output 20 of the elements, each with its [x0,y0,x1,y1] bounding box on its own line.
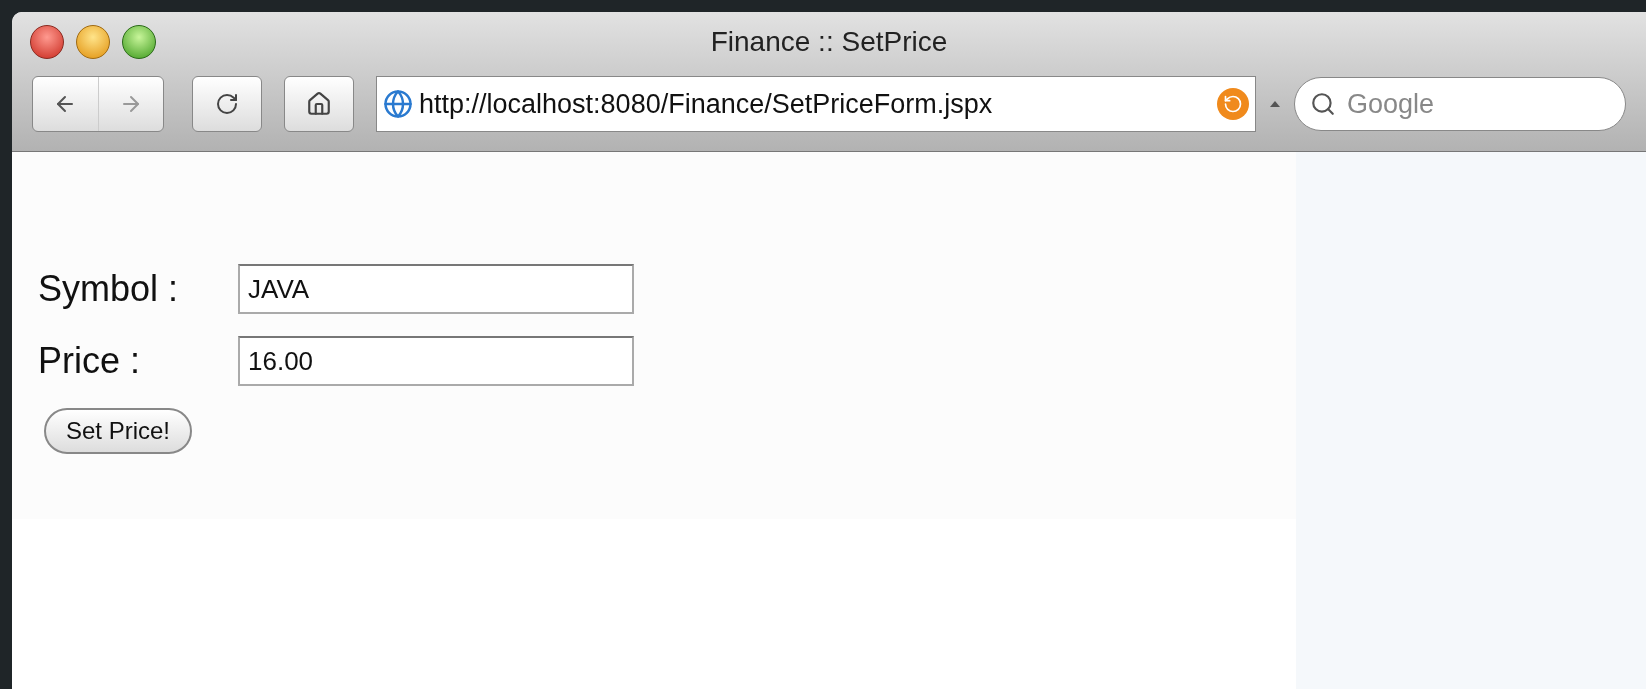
home-button[interactable] [284,76,354,132]
snapback-icon[interactable] [1217,88,1249,120]
address-field[interactable]: http://localhost:8080/Finance/SetPriceForm.jspx [376,76,1256,132]
globe-icon [383,89,413,119]
field-label: Symbol : [38,267,180,311]
home-icon [306,91,332,117]
field-label: Price : [38,339,142,383]
search-field[interactable]: Google [1294,77,1626,131]
submit-button[interactable]: Set Price! [44,408,193,454]
input-field[interactable]: JAVA [238,264,634,314]
zoom-icon[interactable] [122,25,156,59]
reload-icon [215,92,239,116]
search-icon [1310,91,1336,117]
minimize-icon[interactable] [76,25,110,59]
caret-icon [1270,101,1280,107]
close-icon[interactable] [30,25,64,59]
url-text: http://localhost:8080/Finance/SetPriceForm.jspx [419,87,994,121]
window-title: Finance :: SetPrice [710,25,948,59]
reload-button[interactable] [192,76,262,132]
input-field[interactable]: 16.00 [238,336,634,386]
